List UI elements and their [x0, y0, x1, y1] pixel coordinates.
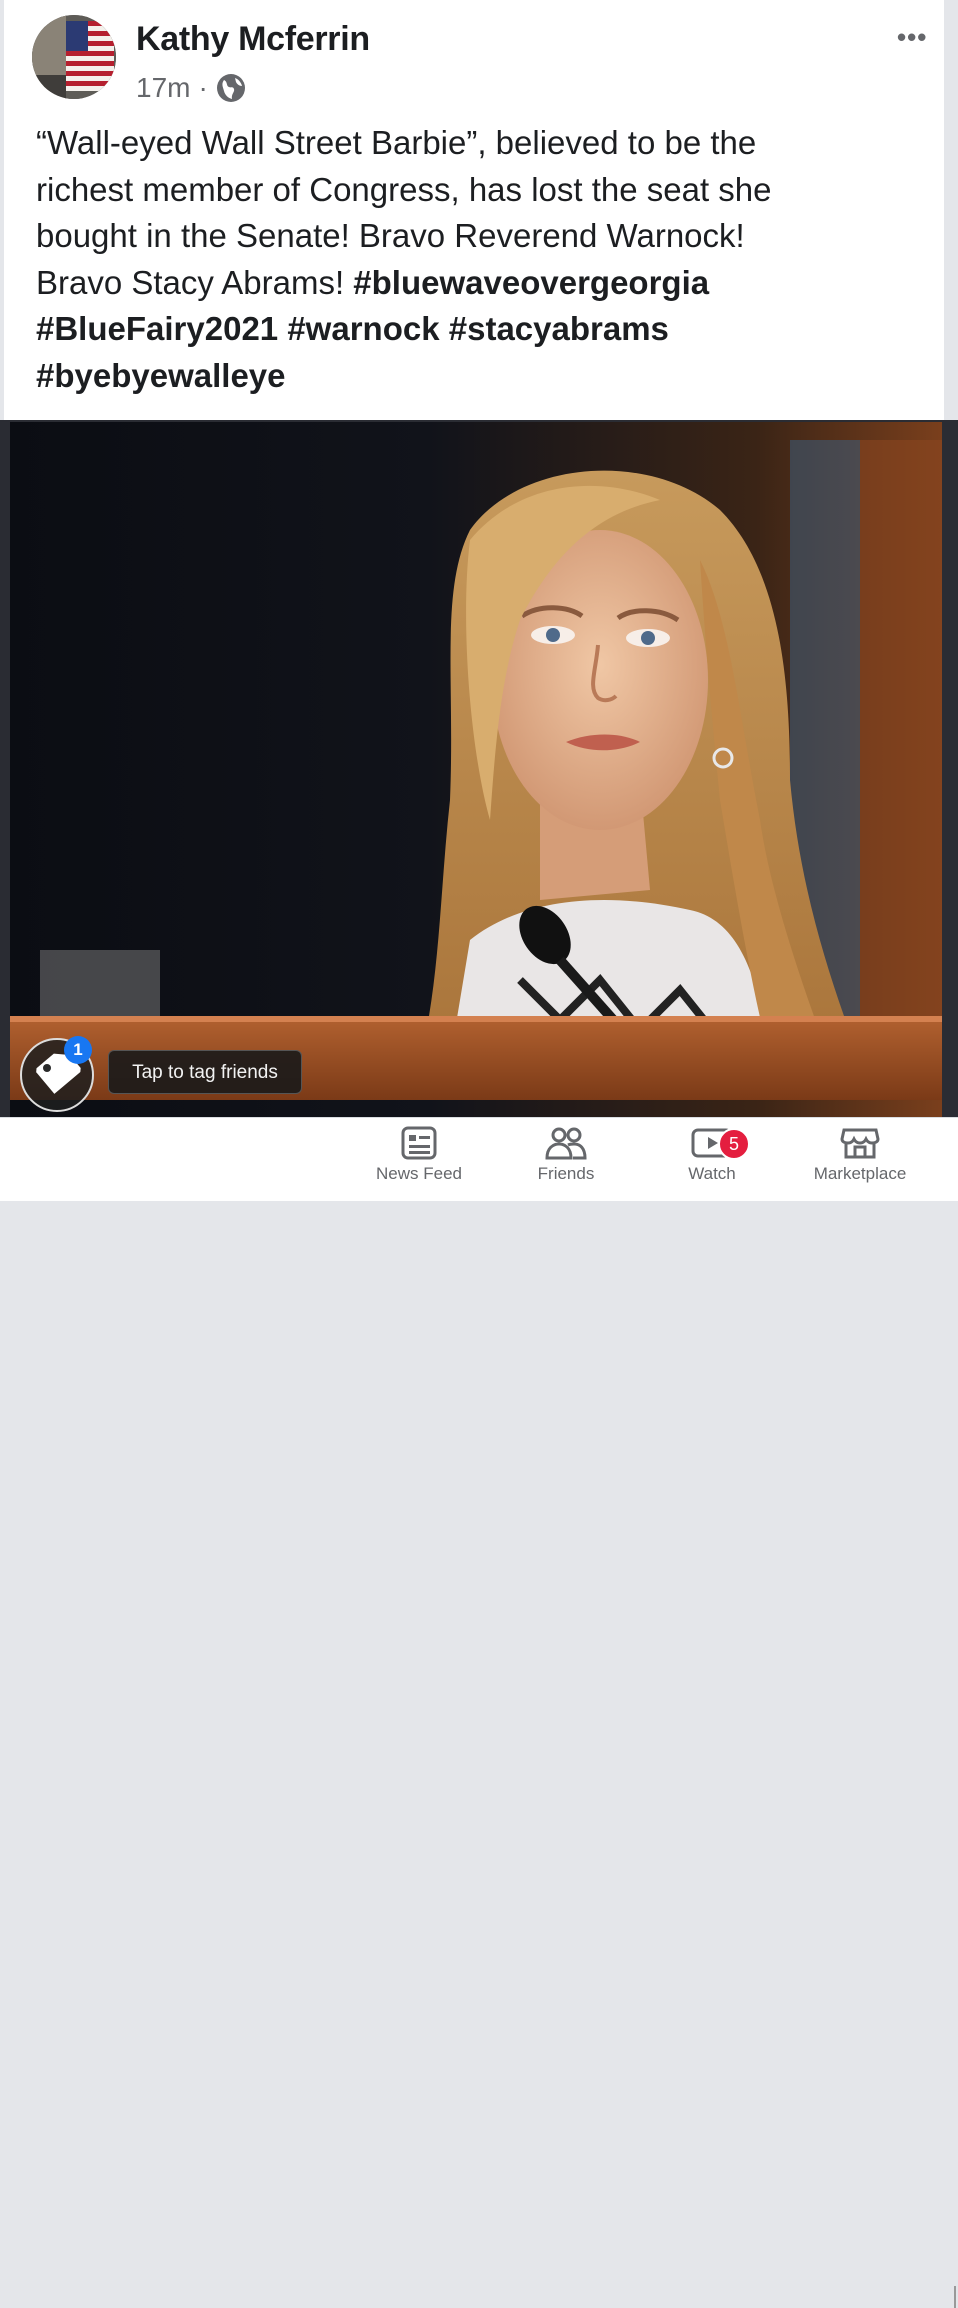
nav-label: Friends [537, 1164, 595, 1183]
post-card: Kathy Mcferrin 17m · ••• “Wall-eyed Wall… [4, 0, 944, 420]
friends-icon [545, 1127, 587, 1160]
post-photo-image [0, 420, 958, 1120]
nav-item-news-feed[interactable]: News Feed [349, 1126, 489, 1184]
nav-item-friends[interactable]: Friends [496, 1126, 636, 1184]
nav-item-marketplace[interactable]: Marketplace [790, 1126, 930, 1184]
post-text-line: Bravo Stacy Abrams! [36, 263, 354, 301]
tag-count-badge: 1 [64, 1036, 92, 1064]
hashtag-link[interactable]: #bluewaveovergeorgia [353, 264, 709, 301]
hashtag-link[interactable]: #BlueFairy2021 [36, 310, 278, 347]
post-text-line: bought in the Senate! Bravo Reverend War… [36, 217, 745, 254]
post-text: “Wall-eyed Wall Street Barbie”, believed… [36, 120, 926, 399]
post-text-line: richest member of Congress, has lost the… [36, 170, 772, 208]
author-name[interactable]: Kathy Mcferrin [136, 20, 370, 59]
news-feed-icon [401, 1126, 437, 1160]
post-text-line: “Wall-eyed Wall Street Barbie”, believed… [36, 124, 757, 161]
post-meta: 17m · [136, 72, 246, 104]
more-options-button[interactable]: ••• [897, 22, 927, 53]
nav-label: Marketplace [813, 1164, 907, 1183]
more-tab-edge[interactable] [954, 2286, 956, 2308]
post-time[interactable]: 17m [136, 72, 190, 104]
globe-icon [216, 73, 246, 103]
post-photo[interactable] [0, 420, 958, 1120]
hashtag-link[interactable]: #stacyabrams [449, 310, 669, 347]
nav-label: News Feed [376, 1164, 462, 1183]
hashtag-link[interactable]: #warnock [287, 310, 439, 347]
hashtag-link[interactable]: #byebyewalleye [36, 357, 286, 394]
meta-separator: · [198, 72, 208, 103]
avatar[interactable] [32, 15, 116, 99]
watch-notification-badge: 5 [718, 1128, 750, 1160]
nav-item-watch[interactable]: Watch [642, 1126, 782, 1184]
tag-friends-tooltip[interactable]: Tap to tag friends [108, 1050, 302, 1094]
marketplace-icon [840, 1128, 880, 1159]
nav-label: Watch [688, 1164, 736, 1183]
avatar-image [32, 15, 116, 99]
bottom-navigation: News Feed Friends Watch 5 Marketplace [0, 1117, 958, 2308]
